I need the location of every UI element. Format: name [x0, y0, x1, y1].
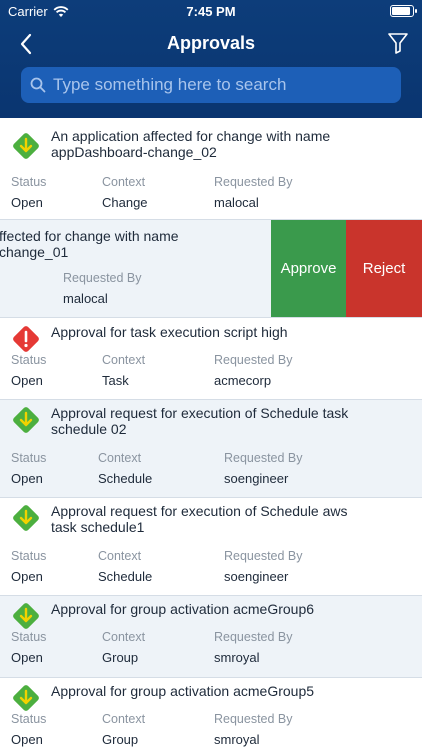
context-value: Task [102, 373, 129, 388]
approval-row[interactable]: An application affected for change with … [0, 120, 422, 220]
status-value: Open [11, 732, 43, 747]
clock: 7:45 PM [186, 4, 236, 19]
approval-row-swiped[interactable]: ffected for change with name change_01 R… [0, 220, 422, 318]
approval-title-line2: appDashboard-change_02 [51, 144, 217, 160]
requested-by-label: Requested By [224, 549, 303, 563]
approval-title-line1: Approval for group activation acmeGroup6 [51, 601, 315, 617]
reject-button[interactable]: Reject [346, 220, 422, 317]
requested-by-value: soengineer [224, 569, 289, 584]
page-title: Approvals [166, 33, 256, 53]
status-value: Open [11, 569, 43, 584]
status-label: Status [11, 451, 47, 465]
requested-by-value: soengineer [224, 471, 289, 486]
approval-title-line1: Approval for group activation acmeGroup5 [51, 683, 315, 699]
approval-row[interactable]: Approval request for execution of Schedu… [0, 498, 422, 596]
requested-by-value: malocal [214, 195, 259, 210]
requested-by-label: Requested By [214, 175, 293, 189]
search-input[interactable] [53, 67, 401, 103]
header: Carrier 7:45 PM Approvals [0, 0, 422, 118]
status-bar: Carrier 7:45 PM [0, 0, 422, 24]
status-value: Open [11, 195, 43, 210]
status-value: Open [11, 373, 43, 388]
approval-title: Approval for group activation acmeGroup5 [51, 683, 391, 699]
approval-title-line1: Approval request for execution of Schedu… [51, 405, 349, 421]
search-bar[interactable] [21, 67, 401, 103]
context-value: Change [102, 195, 148, 210]
green-diamond-arrow-icon [13, 407, 39, 433]
green-diamond-arrow-icon [13, 505, 39, 531]
status-label: Status [11, 630, 47, 644]
status-label: Status [11, 175, 47, 189]
context-label: Context [98, 549, 142, 563]
approval-row[interactable]: Approval request for execution of Schedu… [0, 400, 422, 498]
requested-by-value: smroyal [214, 650, 260, 665]
status-label: Status [11, 549, 47, 563]
context-label: Context [102, 630, 146, 644]
approval-title-line2: task schedule1 [51, 519, 145, 535]
approval-title: Approval request for execution of Schedu… [51, 503, 391, 535]
status-label: Status [11, 353, 47, 367]
status-value: Open [11, 471, 43, 486]
requested-by-label: Requested By [224, 451, 303, 465]
battery-icon [390, 5, 417, 17]
context-value: Schedule [98, 569, 153, 584]
green-diamond-arrow-icon [13, 133, 39, 159]
approval-title: Approval for group activation acmeGroup6 [51, 601, 391, 617]
requested-by-label: Requested By [63, 271, 142, 285]
context-label: Context [102, 353, 146, 367]
approval-title: Approval request for execution of Schedu… [51, 405, 391, 437]
context-value: Group [102, 650, 139, 665]
nav-bar: Approvals [0, 24, 422, 64]
approval-title-line1: Approval request for execution of Schedu… [51, 503, 348, 519]
requested-by-label: Requested By [214, 712, 293, 726]
approval-row[interactable]: Approval for task execution script high … [0, 318, 422, 400]
context-value: Group [102, 732, 139, 747]
requested-by-value: malocal [63, 291, 108, 306]
requested-by-label: Requested By [214, 353, 293, 367]
approval-title-line1: An application affected for change with … [51, 128, 331, 144]
requested-by-value: acmecorp [214, 373, 272, 388]
green-diamond-arrow-icon [13, 685, 39, 711]
search-icon [29, 76, 47, 94]
requested-by-label: Requested By [214, 630, 293, 644]
context-value: Schedule [98, 471, 153, 486]
approval-row[interactable]: Approval for group activation acmeGroup5… [0, 678, 422, 750]
approval-title: An application affected for change with … [51, 128, 391, 160]
context-label: Context [102, 175, 146, 189]
status-value: Open [11, 650, 43, 665]
approval-title-line1: Approval for task execution script high [51, 324, 288, 340]
status-label: Status [11, 712, 47, 726]
context-label: Context [98, 451, 142, 465]
funnel-icon [388, 33, 408, 54]
filter-button[interactable] [384, 29, 412, 57]
approval-title: Approval for task execution script high [51, 324, 391, 340]
requested-by-value: smroyal [214, 732, 260, 747]
context-label: Context [102, 712, 146, 726]
green-diamond-arrow-icon [13, 603, 39, 629]
approval-row[interactable]: Approval for group activation acmeGroup6… [0, 596, 422, 678]
approve-button[interactable]: Approve [271, 220, 346, 317]
approval-title-line2: schedule 02 [51, 421, 127, 437]
approval-list: An application affected for change with … [0, 120, 422, 750]
red-diamond-alert-icon [13, 326, 39, 352]
